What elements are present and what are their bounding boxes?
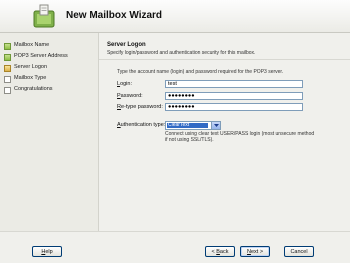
back-button[interactable]: < Back: [205, 246, 235, 257]
cancel-button[interactable]: Cancel: [284, 246, 314, 257]
step-label: Mailbox Type: [14, 75, 47, 81]
retype-password-input[interactable]: ●●●●●●●●: [165, 103, 303, 111]
auth-type-selected-value: ClearText: [167, 123, 208, 128]
help-button[interactable]: Help: [32, 246, 62, 257]
step-label: Congratulations: [14, 86, 53, 92]
step-label: POP3 Server Address: [14, 53, 68, 59]
mailbox-wizard-icon: [32, 3, 56, 29]
step-complete-icon: [4, 43, 11, 50]
wizard-steps-sidebar: Mailbox Name POP3 Server Address Server …: [0, 33, 99, 231]
step-current-icon: [4, 65, 11, 72]
page-title: Server Logon: [107, 42, 146, 48]
page-subtitle: Specify login/password and authenticatio…: [107, 50, 256, 56]
step-pop3-server-address[interactable]: POP3 Server Address: [4, 53, 98, 64]
dropdown-arrow-icon[interactable]: [211, 122, 220, 129]
step-pending-icon: [4, 76, 11, 83]
wizard-window: New Mailbox Wizard Mailbox Name POP3 Ser…: [0, 0, 350, 263]
wizard-footer: Help < Back Next > Cancel: [0, 231, 350, 263]
step-congratulations[interactable]: Congratulations: [4, 86, 98, 97]
retype-password-label: Re-type password:: [117, 104, 163, 110]
login-label: Login:: [117, 81, 132, 87]
wizard-title: New Mailbox Wizard: [66, 10, 163, 21]
auth-type-description: Connect using clear text USER/PASS login…: [165, 131, 315, 143]
password-input[interactable]: ●●●●●●●●: [165, 92, 303, 100]
wizard-header: New Mailbox Wizard: [0, 0, 350, 33]
wizard-page: Server Logon Specify login/password and …: [99, 33, 350, 231]
step-label: Server Logon: [14, 64, 48, 70]
step-mailbox-name[interactable]: Mailbox Name: [4, 42, 98, 53]
instructions-text: Type the account name (login) and passwo…: [117, 69, 284, 75]
auth-type-label: Authentication type:: [117, 122, 166, 128]
step-label: Mailbox Name: [14, 42, 50, 48]
password-label: Password:: [117, 93, 143, 99]
step-complete-icon: [4, 54, 11, 61]
header-divider: [99, 59, 350, 60]
auth-type-dropdown[interactable]: ClearText: [165, 121, 221, 130]
login-input[interactable]: [165, 80, 303, 88]
step-server-logon[interactable]: Server Logon: [4, 64, 98, 75]
step-mailbox-type[interactable]: Mailbox Type: [4, 75, 98, 86]
step-pending-icon: [4, 87, 11, 94]
next-button[interactable]: Next >: [240, 246, 270, 257]
